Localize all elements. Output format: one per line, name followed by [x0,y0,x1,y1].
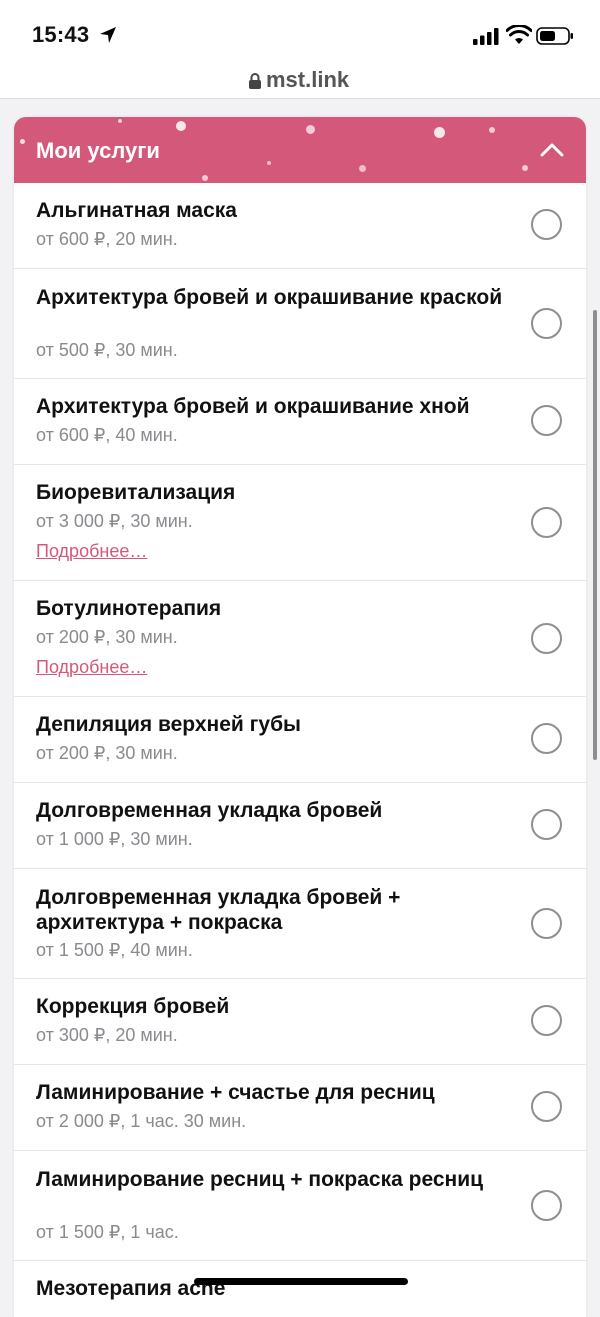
service-select-radio[interactable] [531,908,562,939]
service-price-duration: от 200 ₽, 30 мин. [36,743,178,763]
service-name: Ботулинотерапия [36,597,222,620]
service-select-radio[interactable] [531,809,562,840]
lock-icon [249,73,261,89]
service-name: Архитектура бровей и окрашивание краской [36,286,503,309]
chevron-up-icon[interactable] [540,141,564,157]
status-time: 15:43 [32,22,90,47]
service-item[interactable]: Архитектура бровей и окрашивание хной от… [14,379,586,465]
battery-icon [536,27,573,45]
service-price-duration: от 600 ₽, 40 мин. [36,425,178,445]
service-item[interactable]: Ламинирование + счастье для ресниц от 2 … [14,1065,586,1151]
service-select-radio[interactable] [531,507,562,538]
service-name: Долговременная укладка бровей [36,799,383,822]
decor-sparkle [359,165,366,172]
location-arrow-icon [100,27,116,43]
service-price-duration: от 2 000 ₽, 1 час. 30 мин. [36,1111,247,1131]
service-select-radio[interactable] [531,1091,562,1122]
services-panel: Мои услуги Альгинатная маска от 600 ₽, 2… [14,117,586,1317]
service-name: Долговременная укладка бровей + архитект… [36,886,401,934]
service-name: Ламинирование ресниц + покраска ресниц [36,1168,484,1191]
service-price-duration: от 3 000 ₽, 30 мин. [36,511,193,531]
scrollbar[interactable] [593,310,597,760]
service-price-duration: от 1 500 ₽, 1 час. [36,1222,179,1242]
browser-url-bar[interactable]: mst.link [0,64,600,99]
service-select-radio[interactable] [531,623,562,654]
service-item[interactable]: Мезотерапия acne [14,1261,586,1317]
service-name: Альгинатная маска [36,199,237,222]
service-item[interactable]: Долговременная укладка бровей + архитект… [14,869,586,979]
decor-sparkle [118,119,122,123]
wifi-icon [506,25,532,44]
service-select-radio[interactable] [531,308,562,339]
service-select-radio[interactable] [531,209,562,240]
decor-sparkle [434,127,445,138]
service-price-duration: от 300 ₽, 20 мин. [36,1025,178,1045]
services-list: Альгинатная маска от 600 ₽, 20 мин. Архи… [14,183,586,1317]
service-select-radio[interactable] [531,1005,562,1036]
service-price-duration: от 1 500 ₽, 40 мин. [36,940,193,960]
service-item[interactable]: Долговременная укладка бровей от 1 000 ₽… [14,783,586,869]
service-item[interactable]: Альгинатная маска от 600 ₽, 20 мин. [14,183,586,269]
service-item[interactable]: Ботулинотерапия от 200 ₽, 30 мин. Подроб… [14,581,586,697]
service-price-duration: от 1 000 ₽, 30 мин. [36,829,193,849]
service-name: Коррекция бровей [36,995,230,1018]
service-select-radio[interactable] [531,1190,562,1221]
decor-sparkle [522,165,528,171]
decor-sparkle [202,175,208,181]
service-name: Депиляция верхней губы [36,713,301,736]
service-price-duration: от 500 ₽, 30 мин. [36,340,178,360]
services-panel-title: Мои услуги [36,138,160,163]
service-item[interactable]: Архитектура бровей и окрашивание краской… [14,269,586,379]
decor-sparkle [20,139,25,144]
service-item[interactable]: Биоревитализация от 3 000 ₽, 30 мин. Под… [14,465,586,581]
service-price-duration: от 600 ₽, 20 мин. [36,229,178,249]
decor-sparkle [306,125,315,134]
service-details-link[interactable]: Подробнее… [36,657,147,678]
service-item[interactable]: Депиляция верхней губы от 200 ₽, 30 мин. [14,697,586,783]
cellular-signal-icon [473,28,499,45]
decor-sparkle [489,127,495,133]
service-select-radio[interactable] [531,723,562,754]
service-details-link[interactable]: Подробнее… [36,541,147,562]
decor-sparkle [267,161,271,165]
service-select-radio[interactable] [531,405,562,436]
service-name: Архитектура бровей и окрашивание хной [36,395,470,418]
home-indicator[interactable] [194,1278,408,1285]
url-text[interactable]: mst.link [266,67,349,93]
service-name: Ламинирование + счастье для ресниц [36,1081,435,1104]
service-item[interactable]: Коррекция бровей от 300 ₽, 20 мин. [14,979,586,1065]
decor-sparkle [176,121,186,131]
status-bar: 15:43 [0,0,600,64]
service-name: Биоревитализация [36,481,236,504]
service-price-duration: от 200 ₽, 30 мин. [36,627,178,647]
service-item[interactable]: Ламинирование ресниц + покраска ресниц о… [14,1151,586,1261]
services-panel-header[interactable]: Мои услуги [14,117,586,183]
